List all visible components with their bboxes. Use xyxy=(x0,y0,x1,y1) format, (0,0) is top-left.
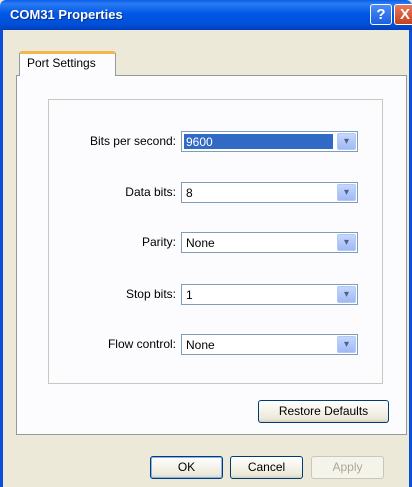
parity-value: None xyxy=(186,236,215,250)
title-bar[interactable]: COM31 Properties ? X xyxy=(0,0,412,30)
flow-control-value: None xyxy=(186,338,215,352)
restore-defaults-button[interactable]: Restore Defaults xyxy=(258,400,389,423)
data-bits-label: Data bits: xyxy=(125,185,176,199)
flow-control-select[interactable]: None ▾ xyxy=(181,334,358,355)
chevron-down-icon[interactable]: ▾ xyxy=(337,184,356,201)
close-icon: X xyxy=(399,6,410,23)
close-button[interactable]: X xyxy=(394,4,412,25)
apply-button[interactable]: Apply xyxy=(311,456,384,479)
chevron-down-icon[interactable]: ▾ xyxy=(337,133,356,150)
parity-select[interactable]: None ▾ xyxy=(181,232,358,253)
chevron-down-icon[interactable]: ▾ xyxy=(337,286,356,303)
data-bits-select[interactable]: 8 ▾ xyxy=(181,182,358,203)
help-icon: ? xyxy=(376,6,386,23)
help-button[interactable]: ? xyxy=(370,4,392,25)
bits-per-second-value: 9600 xyxy=(186,135,213,149)
properties-dialog: COM31 Properties ? X Port Settings Bits … xyxy=(0,0,412,487)
stop-bits-select[interactable]: 1 ▾ xyxy=(181,284,358,305)
flow-control-label: Flow control: xyxy=(107,337,176,351)
chevron-down-icon[interactable]: ▾ xyxy=(337,234,356,251)
window-title: COM31 Properties xyxy=(10,7,123,22)
bits-per-second-select[interactable]: 9600 ▾ xyxy=(181,131,358,152)
parity-label: Parity: xyxy=(141,235,176,249)
data-bits-value: 8 xyxy=(186,186,193,200)
chevron-down-icon[interactable]: ▾ xyxy=(337,336,356,353)
ok-button[interactable]: OK xyxy=(150,456,223,479)
bits-per-second-label: Bits per second: xyxy=(89,134,176,148)
stop-bits-value: 1 xyxy=(186,288,193,302)
tab-label: Port Settings xyxy=(27,56,96,70)
cancel-button[interactable]: Cancel xyxy=(230,456,303,479)
tab-port-settings[interactable]: Port Settings xyxy=(19,51,116,76)
window-border-left xyxy=(0,30,3,487)
stop-bits-label: Stop bits: xyxy=(125,287,176,301)
